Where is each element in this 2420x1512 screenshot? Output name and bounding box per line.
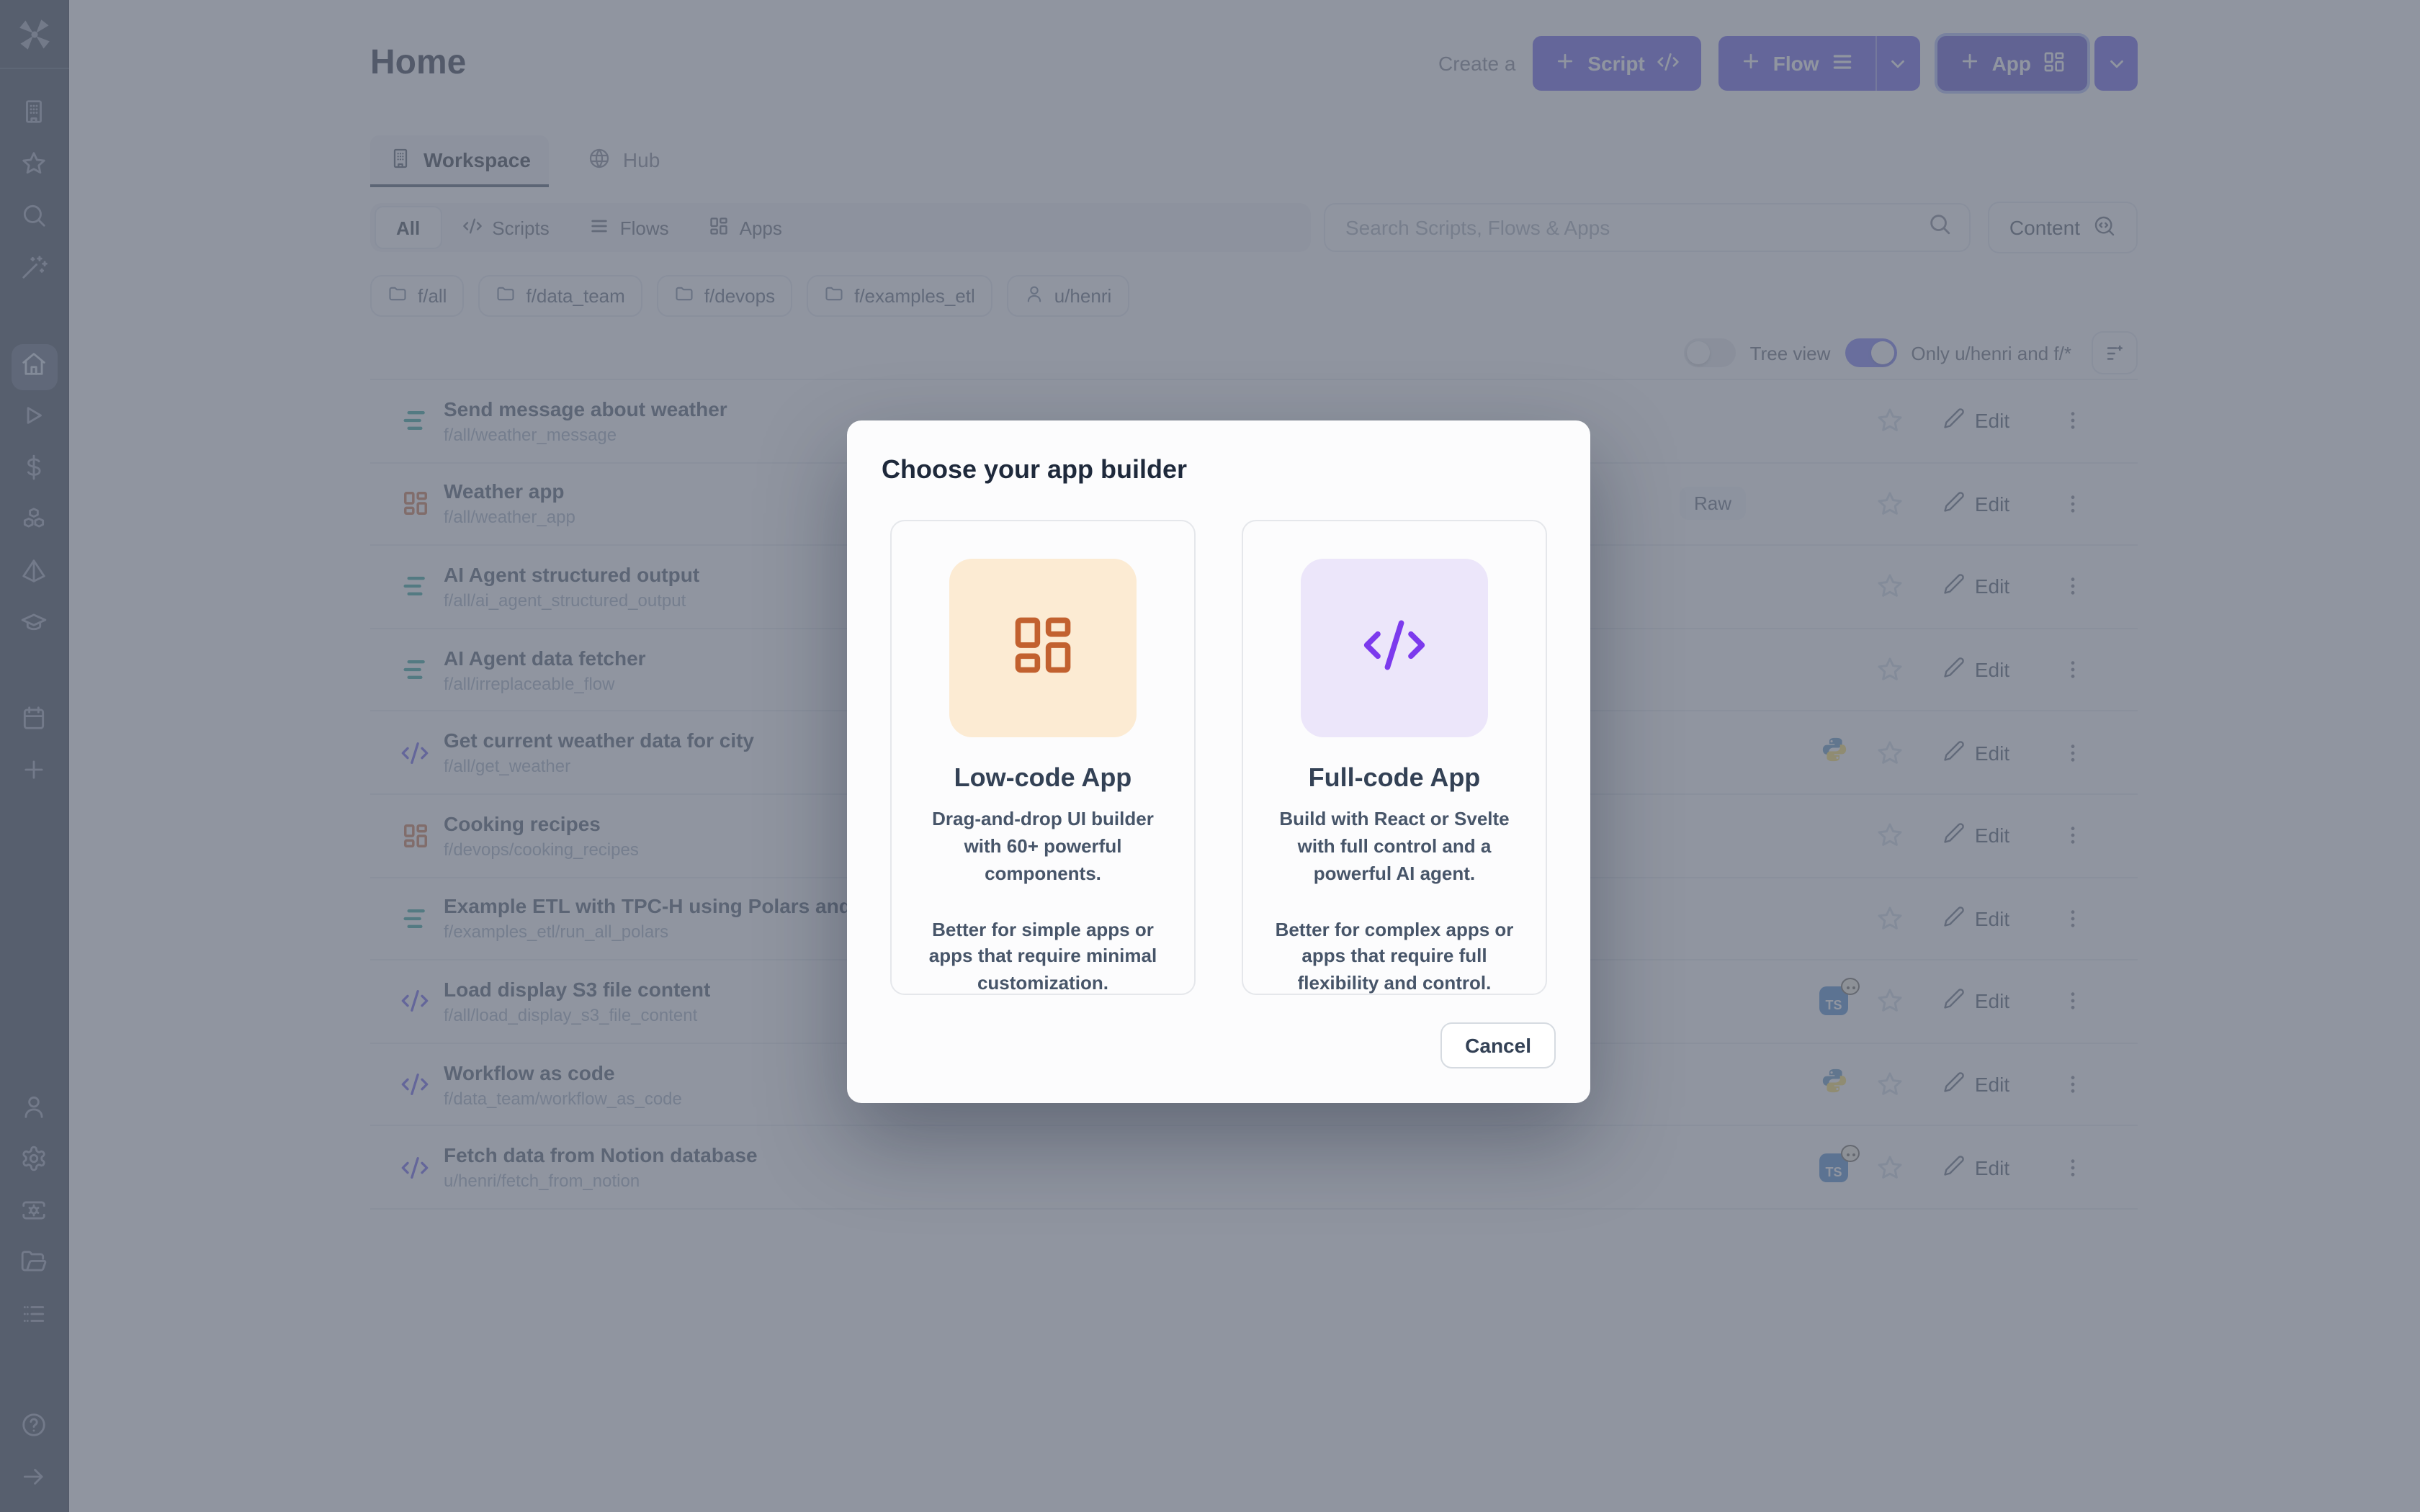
app-window: Home Create a Script Flow xyxy=(0,0,2420,1512)
option-title: Full-code App xyxy=(1263,763,1525,793)
option-tile xyxy=(949,559,1137,737)
cancel-button[interactable]: Cancel xyxy=(1440,1022,1556,1068)
code-icon xyxy=(1361,611,1428,685)
option-desc-1: Drag-and-drop UI builder with 60+ powerf… xyxy=(912,806,1174,888)
option-tile xyxy=(1301,559,1488,737)
full-code-app-card[interactable]: Full-code App Build with React or Svelte … xyxy=(1242,520,1547,995)
option-title: Low-code App xyxy=(912,763,1174,793)
option-desc-1: Build with React or Svelte with full con… xyxy=(1263,806,1525,888)
app-builder-modal: Choose your app builder Low-code App Drag… xyxy=(847,420,1590,1103)
option-desc-2: Better for simple apps or apps that requ… xyxy=(912,917,1174,998)
dashboard-icon xyxy=(1010,611,1076,685)
builder-options: Low-code App Drag-and-drop UI builder wit… xyxy=(882,520,1556,995)
modal-title: Choose your app builder xyxy=(882,455,1556,485)
option-desc-2: Better for complex apps or apps that req… xyxy=(1263,917,1525,998)
low-code-app-card[interactable]: Low-code App Drag-and-drop UI builder wit… xyxy=(890,520,1196,995)
